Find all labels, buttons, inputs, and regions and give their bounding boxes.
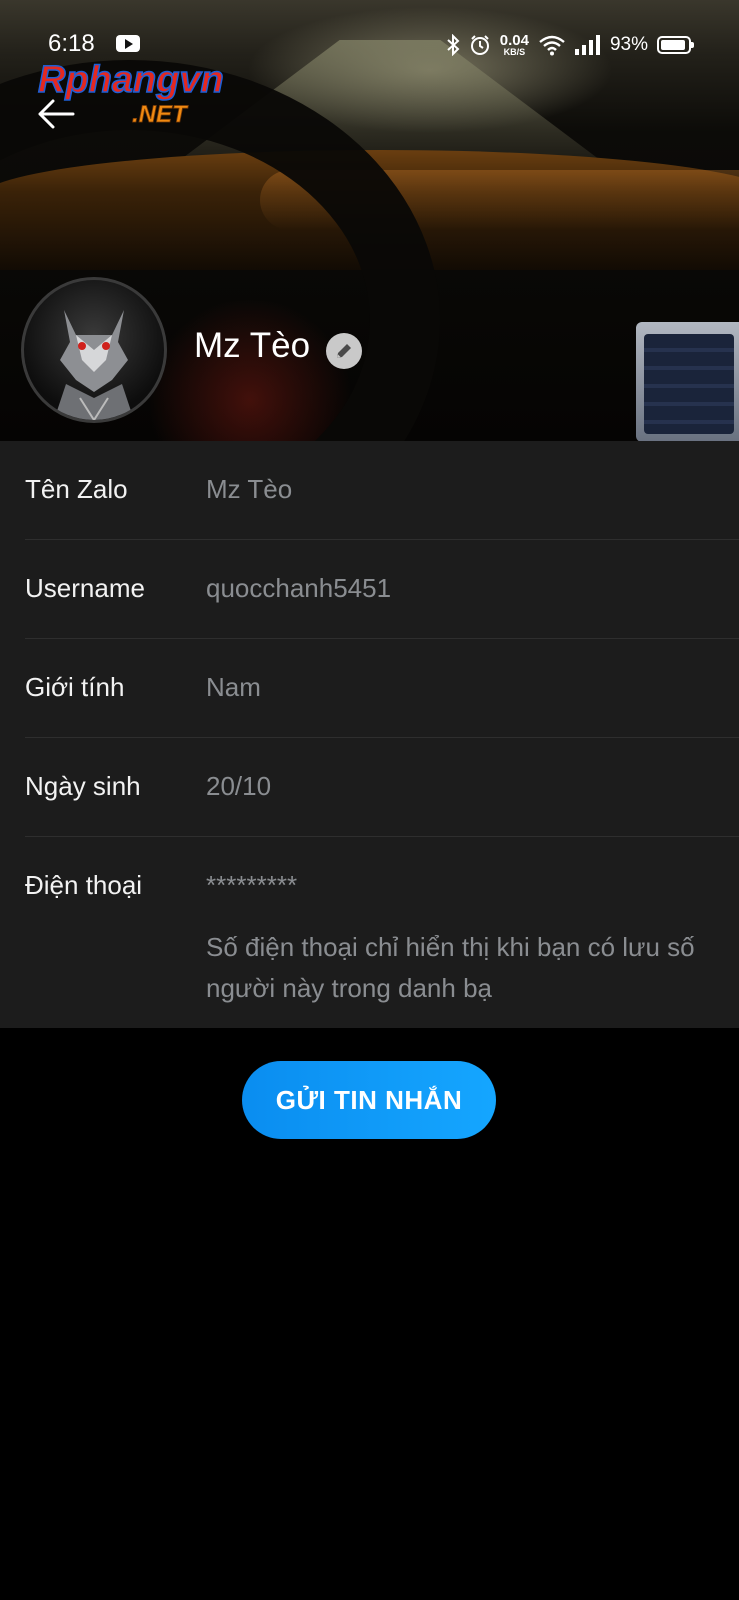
info-value: ********* bbox=[206, 870, 298, 900]
status-bar: 6:18 0.04 KB/S 93% bbox=[0, 26, 739, 66]
send-message-button[interactable]: GỬI TIN NHẮN bbox=[242, 1061, 496, 1139]
info-row-username: Username quocchanh5451 bbox=[25, 540, 739, 639]
status-icons: 0.04 KB/S 93% bbox=[446, 30, 694, 60]
cover-infotainment-screen bbox=[636, 322, 739, 441]
info-label: Username bbox=[25, 573, 145, 603]
signal-icon bbox=[574, 35, 601, 55]
pencil-icon bbox=[337, 344, 351, 358]
arrow-left-icon bbox=[38, 99, 75, 129]
info-value: 20/10 bbox=[206, 771, 272, 801]
info-row-phone: Điện thoại ********* Số điện thoại chỉ h… bbox=[25, 837, 739, 1027]
status-time: 6:18 bbox=[48, 30, 95, 57]
info-row-zalo-name: Tên Zalo Mz Tèo bbox=[25, 441, 739, 540]
profile-info-card: Tên Zalo Mz Tèo Username quocchanh5451 G… bbox=[0, 441, 739, 1028]
info-value: quocchanh5451 bbox=[206, 573, 392, 603]
battery-icon bbox=[657, 36, 694, 54]
info-label: Điện thoại bbox=[25, 870, 143, 900]
svg-text:.NET: .NET bbox=[132, 101, 189, 128]
youtube-icon bbox=[116, 35, 140, 52]
edit-name-button[interactable] bbox=[326, 333, 362, 369]
info-value: Mz Tèo bbox=[206, 474, 293, 504]
back-button[interactable] bbox=[34, 92, 78, 136]
wolf-avatar-image bbox=[54, 310, 134, 420]
wifi-icon bbox=[538, 34, 566, 56]
info-row-gender: Giới tính Nam bbox=[25, 639, 739, 738]
info-row-birthday: Ngày sinh 20/10 bbox=[25, 738, 739, 837]
avatar[interactable] bbox=[21, 277, 167, 423]
profile-name: Mz Tèo bbox=[194, 326, 311, 365]
phone-hidden-note: Số điện thoại chỉ hiển thị khi bạn có lư… bbox=[206, 932, 695, 1003]
battery-percent: 93% bbox=[609, 34, 648, 55]
network-speed-value: 0.04 bbox=[499, 32, 529, 49]
info-label: Giới tính bbox=[25, 672, 125, 702]
alarm-icon bbox=[469, 34, 491, 56]
bluetooth-icon bbox=[446, 34, 460, 56]
info-label: Tên Zalo bbox=[25, 474, 128, 504]
info-label: Ngày sinh bbox=[25, 771, 141, 801]
network-speed: 0.04 KB/S bbox=[500, 33, 529, 57]
info-value: Nam bbox=[206, 672, 261, 702]
network-speed-unit: KB/S bbox=[503, 47, 526, 57]
